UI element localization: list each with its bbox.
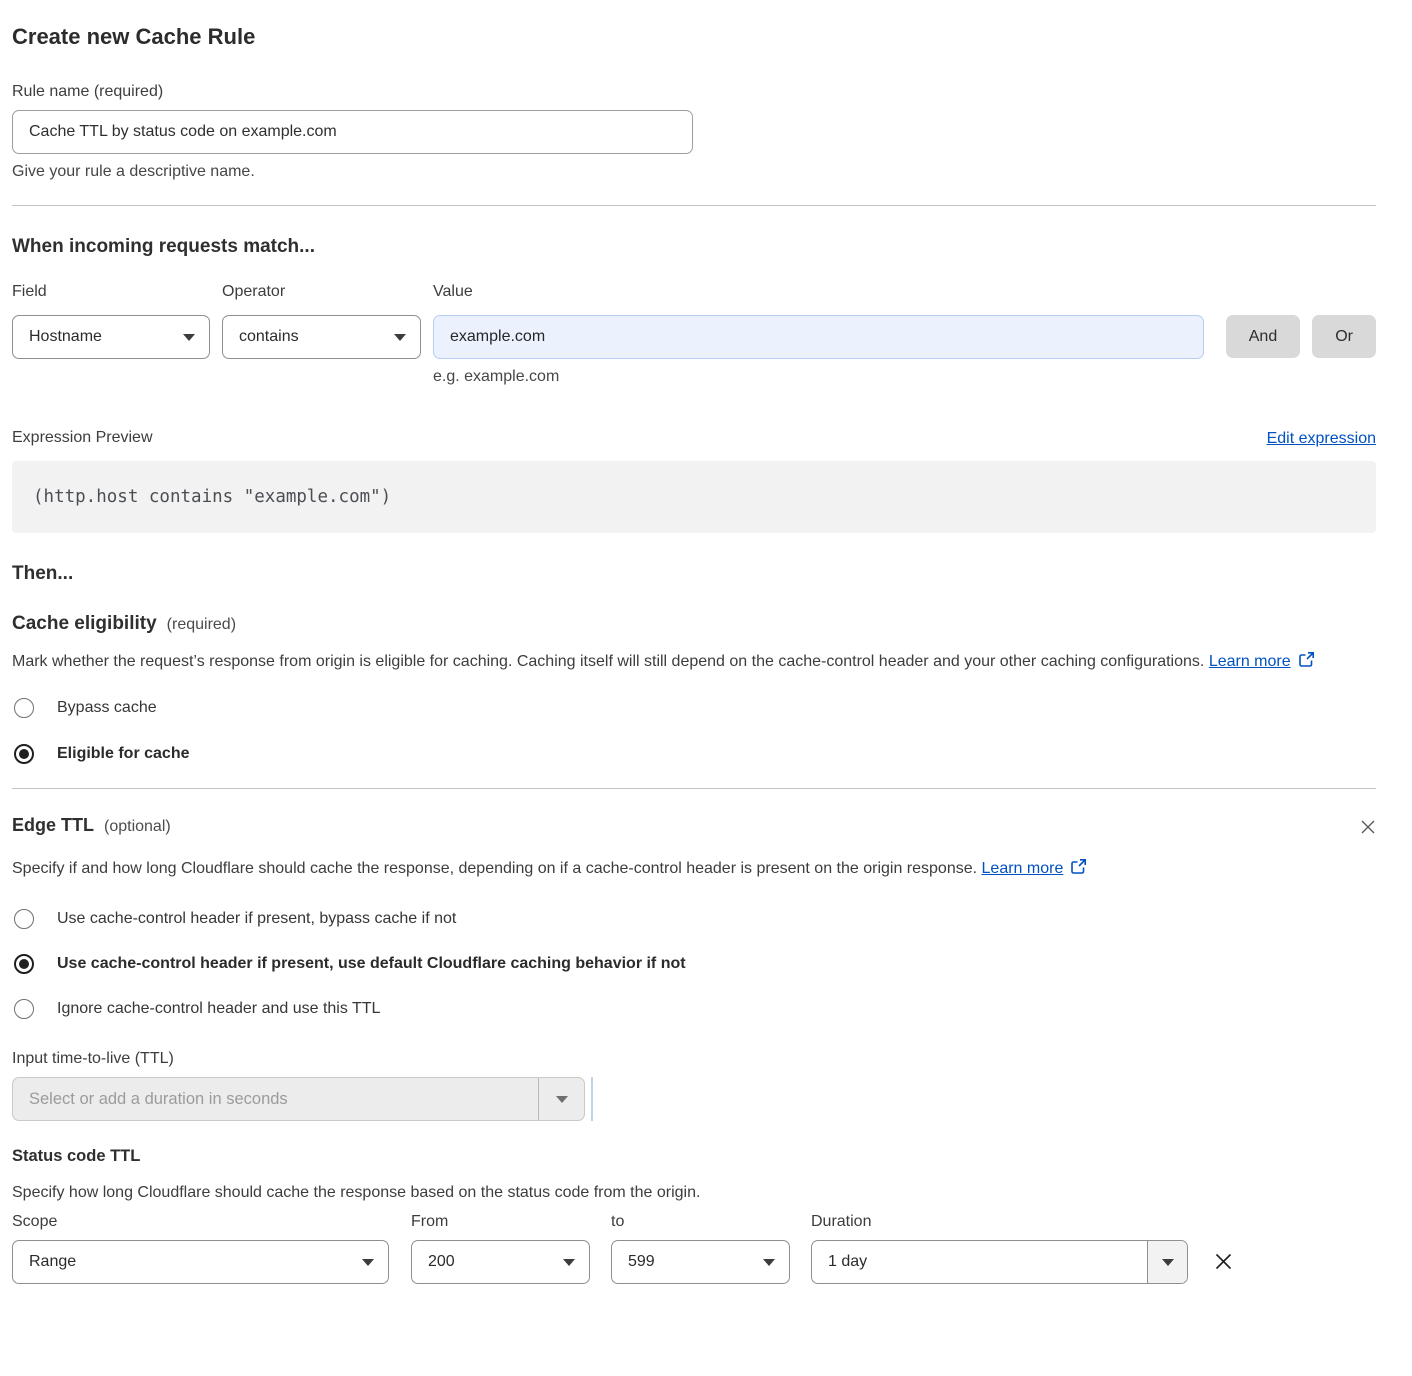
expression-code: (http.host contains "example.com") [33, 487, 391, 507]
focus-bar [591, 1077, 593, 1121]
rule-name-input[interactable] [12, 110, 693, 154]
edge-ttl-description: Specify if and how long Cloudflare shoul… [12, 855, 1112, 883]
learn-more-link[interactable]: Learn more [1209, 653, 1315, 670]
chevron-down-icon [556, 1096, 568, 1103]
radio-unselected-icon[interactable] [14, 698, 34, 718]
edge-ttl-options: Use cache-control header if present, byp… [12, 909, 1376, 1019]
scope-select[interactable]: Range [12, 1240, 389, 1284]
value-help: e.g. example.com [433, 368, 1204, 386]
status-code-ttl-description: Specify how long Cloudflare should cache… [12, 1184, 1376, 1202]
value-input[interactable] [433, 315, 1204, 359]
cache-eligibility-qualifier: (required) [167, 616, 236, 634]
radio-selected-icon[interactable] [14, 744, 34, 764]
match-section-heading: When incoming requests match... [12, 236, 1376, 258]
ttl-select-placeholder: Select or add a duration in seconds [13, 1078, 538, 1120]
from-select-value: 200 [428, 1253, 455, 1271]
value-label: Value [433, 282, 1204, 302]
duration-value: 1 day [812, 1241, 1147, 1283]
match-builder-row: Field Hostname Operator contains Value e… [12, 282, 1376, 386]
chevron-down-icon [394, 334, 406, 341]
expression-preview-label: Expression Preview [12, 428, 153, 448]
radio-use-header-default[interactable]: Use cache-control header if present, use… [12, 954, 1376, 974]
scope-label: Scope [12, 1212, 389, 1232]
close-icon [1358, 817, 1378, 837]
to-label: to [611, 1212, 790, 1232]
radio-eligible-for-cache[interactable]: Eligible for cache [12, 744, 1376, 764]
edge-ttl-heading: Edge TTL [12, 815, 94, 836]
status-code-ttl-row: Scope Range From 200 to 599 Duration 1 d… [12, 1212, 1376, 1284]
edit-expression-link[interactable]: Edit expression [1267, 430, 1376, 448]
rule-name-help: Give your rule a descriptive name. [12, 163, 1376, 181]
or-button[interactable]: Or [1312, 315, 1376, 358]
duration-combobox[interactable]: 1 day [811, 1240, 1188, 1284]
ttl-select-arrow-button[interactable] [538, 1078, 584, 1120]
chevron-down-icon [1162, 1259, 1174, 1266]
edge-ttl-close-button[interactable] [1356, 815, 1380, 842]
to-select-value: 599 [628, 1253, 655, 1271]
ttl-duration-select[interactable]: Select or add a duration in seconds [12, 1077, 585, 1121]
field-label: Field [12, 282, 210, 302]
to-select[interactable]: 599 [611, 1240, 790, 1284]
status-code-ttl-heading: Status code TTL [12, 1147, 1376, 1166]
then-heading: Then... [12, 563, 1376, 585]
learn-more-link[interactable]: Learn more [982, 860, 1088, 877]
chevron-down-icon [763, 1259, 775, 1266]
chevron-down-icon [563, 1259, 575, 1266]
cache-eligibility-heading: Cache eligibility [12, 613, 157, 635]
duration-dropdown-button[interactable] [1147, 1241, 1187, 1283]
chevron-down-icon [362, 1259, 374, 1266]
page-title: Create new Cache Rule [12, 24, 1376, 50]
remove-status-ttl-button[interactable] [1210, 1248, 1237, 1278]
and-button[interactable]: And [1226, 315, 1300, 358]
cache-eligibility-description: Mark whether the request’s response from… [12, 648, 1376, 676]
operator-label: Operator [222, 282, 421, 302]
radio-bypass-cache[interactable]: Bypass cache [12, 698, 1376, 718]
radio-selected-icon[interactable] [14, 954, 34, 974]
from-label: From [411, 1212, 590, 1232]
edge-ttl-qualifier: (optional) [104, 818, 171, 836]
rule-name-label: Rule name (required) [12, 82, 1376, 102]
from-select[interactable]: 200 [411, 1240, 590, 1284]
close-icon [1212, 1250, 1235, 1273]
external-link-icon [1298, 651, 1315, 668]
scope-select-value: Range [29, 1253, 76, 1271]
expression-code-block: (http.host contains "example.com") [12, 461, 1376, 533]
radio-unselected-icon[interactable] [14, 999, 34, 1019]
operator-select[interactable]: contains [222, 315, 421, 359]
section-divider [12, 205, 1376, 206]
section-divider [12, 788, 1376, 789]
cache-eligibility-options: Bypass cache Eligible for cache [12, 698, 1376, 764]
radio-use-header-bypass[interactable]: Use cache-control header if present, byp… [12, 909, 1376, 929]
ttl-input-label: Input time-to-live (TTL) [12, 1049, 1376, 1069]
radio-unselected-icon[interactable] [14, 909, 34, 929]
radio-ignore-header[interactable]: Ignore cache-control header and use this… [12, 999, 1376, 1019]
field-select-value: Hostname [29, 328, 102, 346]
field-select[interactable]: Hostname [12, 315, 210, 359]
external-link-icon [1070, 858, 1087, 875]
chevron-down-icon [183, 334, 195, 341]
duration-label: Duration [811, 1212, 1188, 1232]
operator-select-value: contains [239, 328, 299, 346]
